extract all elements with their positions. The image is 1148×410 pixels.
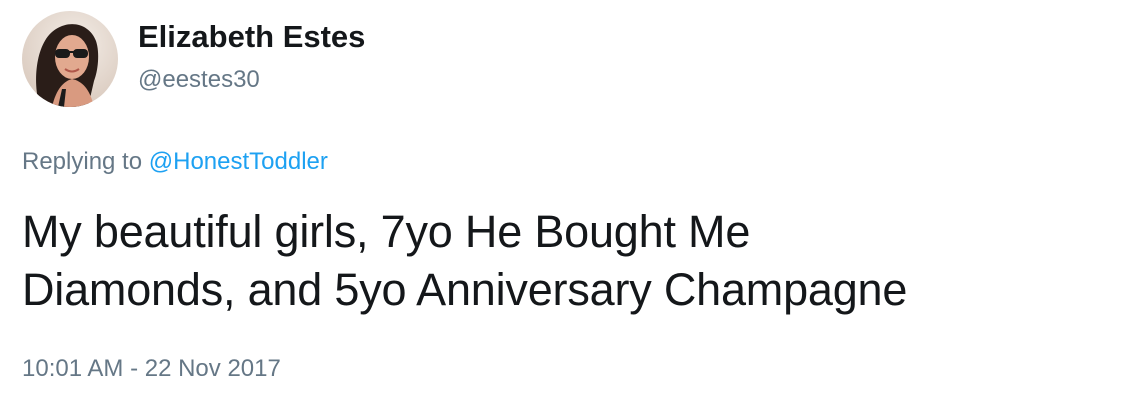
author-block: Elizabeth Estes @eestes30 xyxy=(138,18,365,95)
author-display-name[interactable]: Elizabeth Estes xyxy=(138,18,365,56)
tweet-text: My beautiful girls, 7yo He Bought Me Dia… xyxy=(22,203,1132,319)
reply-context: Replying to @HonestToddler xyxy=(22,147,328,177)
author-handle[interactable]: @eestes30 xyxy=(138,65,365,95)
avatar[interactable] xyxy=(22,11,118,107)
tweet-timestamp[interactable]: 10:01 AM - 22 Nov 2017 xyxy=(22,354,281,384)
reply-mention-link[interactable]: @HonestToddler xyxy=(149,148,328,175)
reply-prefix: Replying to xyxy=(22,148,143,175)
tweet-text-line: My beautiful girls, 7yo He Bought Me xyxy=(22,206,751,257)
tweet-text-line: Diamonds, and 5yo Anniversary Champagne xyxy=(22,264,908,315)
avatar-image xyxy=(22,11,118,107)
tweet-card: Elizabeth Estes @eestes30 Replying to @H… xyxy=(0,0,1148,410)
